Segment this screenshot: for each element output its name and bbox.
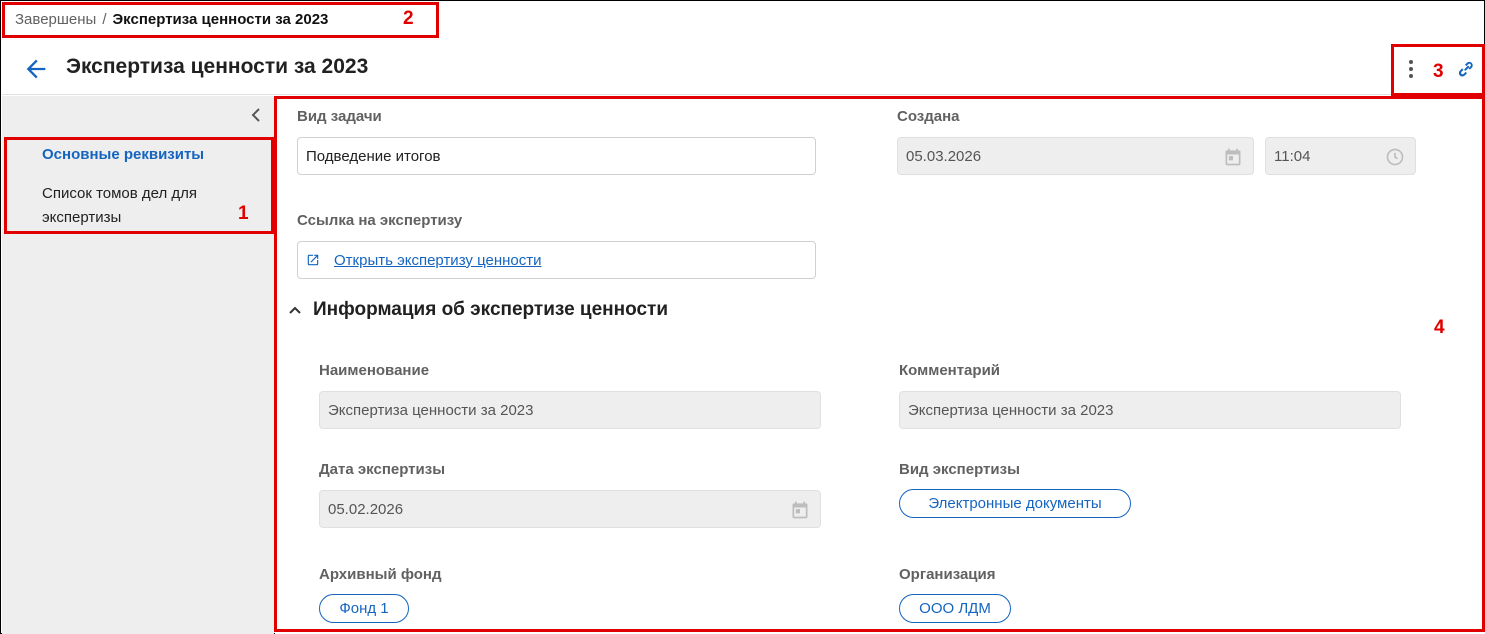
calendar-icon xyxy=(1225,148,1241,166)
open-expertise-link[interactable]: Открыть экспертизу ценности xyxy=(334,252,542,269)
sidebar-collapse-button[interactable] xyxy=(248,106,264,124)
annotation-number-1: 1 xyxy=(238,203,249,224)
archive-fund-chip[interactable]: Фонд 1 xyxy=(319,594,409,623)
created-date-value: 05.03.2026 xyxy=(906,147,982,165)
created-time-field: 11:04 xyxy=(1265,137,1416,175)
expertise-date-field: 05.02.2026 xyxy=(319,490,821,528)
page-header: Экспертиза ценности за 2023 xyxy=(2,41,1485,95)
name-value: Экспертиза ценности за 2023 xyxy=(328,401,534,419)
copy-link-button[interactable] xyxy=(1454,57,1478,81)
sidebar: Основные реквизиты Список томов дел для … xyxy=(2,96,274,634)
created-time-value: 11:04 xyxy=(1274,147,1311,165)
sidebar-item-main-details[interactable]: Основные реквизиты xyxy=(42,146,204,163)
expertise-type-label: Вид экспертизы xyxy=(899,461,1020,478)
sidebar-item-volumes-list[interactable]: Список томов дел для экспертизы xyxy=(42,182,242,230)
expertise-date-label: Дата экспертизы xyxy=(319,461,446,478)
arrow-left-icon xyxy=(26,59,46,79)
breadcrumb-separator: / xyxy=(102,11,107,28)
chevron-left-icon xyxy=(251,108,260,122)
task-type-value: Подведение итогов xyxy=(306,147,441,165)
section-toggle[interactable]: Информация об экспертизе ценности xyxy=(287,299,668,321)
organization-chip[interactable]: ООО ЛДМ xyxy=(899,594,1011,623)
page-title: Экспертиза ценности за 2023 xyxy=(66,55,369,78)
back-button[interactable] xyxy=(22,55,50,83)
expertise-link-label: Ссылка на экспертизу xyxy=(297,212,463,229)
annotation-number-4: 4 xyxy=(1434,317,1445,338)
task-type-label: Вид задачи xyxy=(297,108,382,125)
comment-value: Экспертиза ценности за 2023 xyxy=(908,401,1114,419)
created-label: Создана xyxy=(897,108,960,125)
expertise-type-chip[interactable]: Электронные документы xyxy=(899,489,1131,518)
comment-label: Комментарий xyxy=(899,362,1001,379)
more-options-button[interactable] xyxy=(1400,57,1422,81)
section-title: Информация об экспертизе ценности xyxy=(313,299,669,320)
external-link-icon xyxy=(307,254,319,266)
chevron-up-icon xyxy=(289,306,301,314)
breadcrumb-current: Экспертиза ценности за 2023 xyxy=(112,11,329,28)
expertise-link-field: Открыть экспертизу ценности xyxy=(297,241,816,279)
expertise-date-value: 05.02.2026 xyxy=(328,500,404,518)
more-vertical-icon xyxy=(1409,60,1413,78)
clock-icon xyxy=(1386,148,1404,166)
organization-label: Организация xyxy=(899,566,996,583)
name-label: Наименование xyxy=(319,362,430,379)
annotation-number-2: 2 xyxy=(403,8,414,29)
annotation-number-3: 3 xyxy=(1433,61,1444,82)
link-icon xyxy=(1458,61,1473,77)
name-field: Экспертиза ценности за 2023 xyxy=(319,391,821,429)
main-content: Вид задачи Подведение итогов Создана 05.… xyxy=(275,96,1485,634)
app-frame: Завершены / Экспертиза ценности за 2023 … xyxy=(0,0,1485,634)
breadcrumb: Завершены / Экспертиза ценности за 2023 xyxy=(15,11,328,28)
archive-fund-label: Архивный фонд xyxy=(319,566,442,583)
task-type-field[interactable]: Подведение итогов xyxy=(297,137,816,175)
breadcrumb-parent[interactable]: Завершены xyxy=(15,11,96,28)
calendar-icon xyxy=(792,501,808,519)
comment-field: Экспертиза ценности за 2023 xyxy=(899,391,1401,429)
created-date-field: 05.03.2026 xyxy=(897,137,1254,175)
